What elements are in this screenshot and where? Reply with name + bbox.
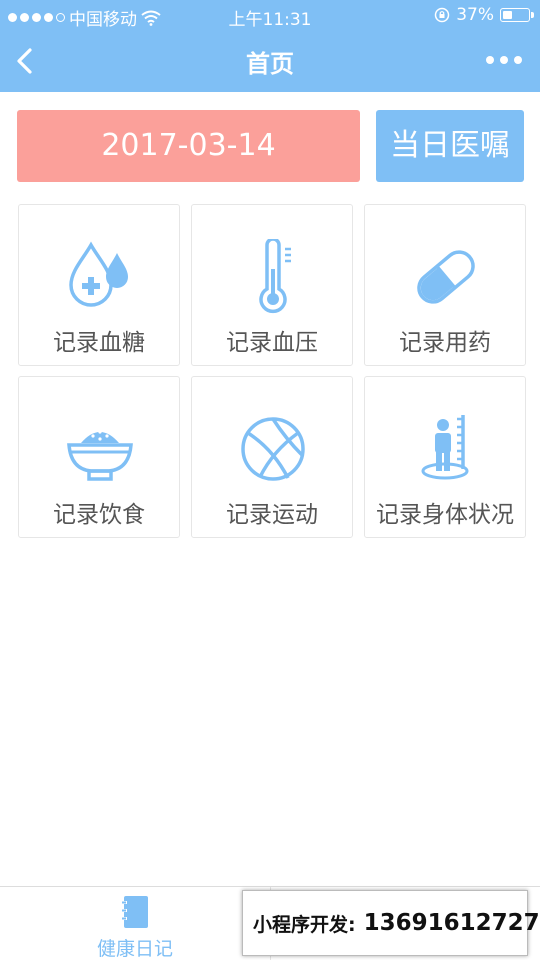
page-title: 首页 [246,50,294,78]
tile-label: 记录饮食 [53,502,145,528]
tile-label: 记录血压 [226,330,318,356]
tab-label: 健康日记 [96,938,173,960]
pill-capsule-icon [417,250,475,304]
thermometer-icon [259,239,291,314]
tile-record-blood-sugar[interactable]: 记录血糖 [18,204,180,366]
tile-label: 记录血糖 [53,330,145,356]
tile-record-exercise[interactable]: 记录运动 [191,376,353,538]
tile-record-diet[interactable]: 记录饮食 [18,376,180,538]
rotation-lock-icon [434,7,450,23]
body-height-icon [421,415,469,480]
date-picker-button[interactable]: 2017-03-14 [17,110,360,182]
rice-bowl-icon [67,430,133,481]
more-options-icon[interactable] [486,56,522,64]
battery-percent: 37% [456,5,494,25]
tile-label: 记录运动 [226,502,318,528]
tile-record-body-condition[interactable]: 记录身体状况 [364,376,526,538]
battery-icon [500,8,534,22]
battery-group: 37% [434,5,534,25]
notebook-icon [121,896,148,928]
tile-record-blood-pressure[interactable]: 记录血压 [191,204,353,366]
daily-advice-button[interactable]: 当日医嘱 [376,110,524,182]
promo-phone: 13691612727 [363,910,540,936]
tile-label: 记录身体状况 [376,502,514,528]
nav-bar: 首页 [0,30,540,92]
tab-health-diary[interactable]: 健康日记 [0,887,270,960]
basketball-icon [241,417,305,481]
promo-label: 小程序开发: [253,913,356,936]
tile-label: 记录用药 [399,330,491,356]
blood-drop-icon [69,241,128,307]
tile-record-medication[interactable]: 记录用药 [364,204,526,366]
promo-overlay: 小程序开发: 13691612727 [242,890,540,956]
status-bar: 中国移动 上午11:31 37% [0,0,540,30]
